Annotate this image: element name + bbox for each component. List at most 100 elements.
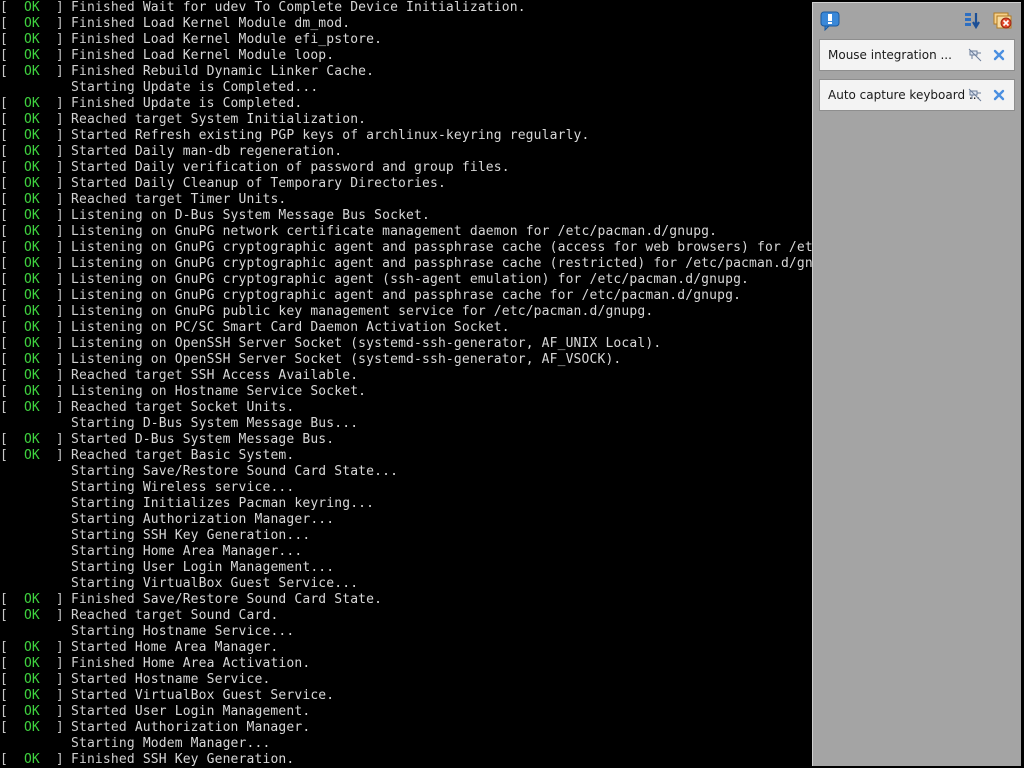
console-line-verb: Finished — [71, 96, 135, 111]
console-line-text: Socket Units. — [190, 400, 295, 415]
ok-label: OK — [23, 32, 40, 47]
ok-label: OK — [23, 688, 40, 703]
console-line-verb: Reached target — [71, 608, 183, 623]
console-line-text: Rebuild Dynamic Linker Cache. — [142, 64, 375, 79]
ok-label: OK — [23, 240, 40, 255]
status-ok-badge: [ OK ] — [0, 48, 72, 63]
ok-label: OK — [23, 384, 40, 399]
ok-label: OK — [23, 176, 40, 191]
console-line-text: Home Area Manager... — [142, 544, 303, 559]
ok-label: OK — [23, 192, 40, 207]
ok-label: OK — [23, 448, 40, 463]
close-icon[interactable] — [992, 48, 1006, 62]
notification-mouse-integration[interactable]: Mouse integration ... — [819, 39, 1015, 71]
console-line-text: Home Area Manager. — [134, 640, 279, 655]
console-line-verb: Listening on — [71, 272, 167, 287]
console-line-text: Hostname Service. — [134, 672, 271, 687]
status-ok-badge: [ OK ] — [0, 32, 72, 47]
status-ok-badge: [ OK ] — [0, 272, 72, 287]
status-ok-badge: [ OK ] — [0, 256, 72, 271]
notification-bubble-icon[interactable] — [820, 11, 840, 31]
console-line-text: VirtualBox Guest Service... — [142, 576, 359, 591]
status-ok-badge: [ OK ] — [0, 112, 72, 127]
status-ok-badge: [ OK ] — [0, 64, 72, 79]
console-line-text: User Login Management. — [134, 704, 311, 719]
console-line-verb: Finished — [71, 656, 135, 671]
console-line-text: D-Bus System Message Bus... — [142, 416, 359, 431]
console-line-verb: Started — [71, 176, 127, 191]
ok-label: OK — [23, 352, 40, 367]
console-line-text: Home Area Activation. — [142, 656, 311, 671]
console-line-verb: Starting — [71, 512, 135, 527]
status-ok-badge: [ OK ] — [0, 16, 72, 31]
console-line-verb: Starting — [71, 576, 135, 591]
status-ok-badge: [ OK ] — [0, 144, 72, 159]
console-line-text: VirtualBox Guest Service. — [134, 688, 335, 703]
console-line-text: Authorization Manager. — [134, 720, 311, 735]
console-line-text: Update is Completed. — [142, 96, 303, 111]
ok-label: OK — [23, 272, 40, 287]
status-ok-badge: [ OK ] — [0, 640, 72, 655]
ok-label: OK — [23, 720, 40, 735]
console-line-text: Load Kernel Module loop. — [142, 48, 335, 63]
sort-order-icon[interactable] — [963, 11, 983, 31]
console-line-verb: Started — [71, 144, 127, 159]
pin-icon[interactable] — [968, 88, 982, 102]
notification-auto-capture-keyboard[interactable]: Auto capture keyboard ... — [819, 79, 1015, 111]
console-line-text: Load Kernel Module efi_pstore. — [142, 32, 383, 47]
status-ok-badge: [ OK ] — [0, 160, 72, 175]
status-ok-badge: [ OK ] — [0, 672, 72, 687]
close-all-icon[interactable] — [993, 11, 1013, 31]
console-line-text: Daily Cleanup of Temporary Directories. — [134, 176, 446, 191]
console-line-text: SSH Key Generation... — [142, 528, 311, 543]
ok-label: OK — [23, 96, 40, 111]
notification-center-panel: Mouse integration ... Auto capture keybo… — [812, 2, 1021, 766]
console-line-text: Daily man-db regeneration. — [134, 144, 343, 159]
ok-label: OK — [23, 608, 40, 623]
console-line-text: Initializes Pacman keyring... — [142, 496, 375, 511]
console-line-text: Hostname Service Socket. — [174, 384, 367, 399]
status-ok-badge: [ OK ] — [0, 688, 72, 703]
status-ok-badge: [ OK ] — [0, 192, 72, 207]
close-icon[interactable] — [992, 88, 1006, 102]
ok-label: OK — [23, 704, 40, 719]
console-line-verb: Listening on — [71, 304, 167, 319]
console-line-verb: Started — [71, 128, 127, 143]
ok-label: OK — [23, 0, 40, 15]
console-line-text: User Login Management... — [142, 560, 335, 575]
console-line-verb: Started — [71, 672, 127, 687]
console-line-verb: Finished — [71, 592, 135, 607]
ok-label: OK — [23, 592, 40, 607]
status-ok-badge: [ OK ] — [0, 384, 72, 399]
ok-label: OK — [23, 368, 40, 383]
status-ok-badge: [ OK ] — [0, 96, 72, 111]
console-line-verb: Finished — [71, 64, 135, 79]
console-line-verb: Finished — [71, 48, 135, 63]
status-ok-badge: [ OK ] — [0, 432, 72, 447]
status-ok-badge: [ OK ] — [0, 448, 72, 463]
ok-label: OK — [23, 16, 40, 31]
console-line-text: Save/Restore Sound Card State... — [142, 464, 399, 479]
status-ok-badge: [ OK ] — [0, 592, 72, 607]
pin-icon[interactable] — [968, 48, 982, 62]
console-line-verb: Reached target — [71, 192, 183, 207]
console-line-text: GnuPG cryptographic agent (ssh-agent emu… — [174, 272, 750, 287]
console-line-verb: Starting — [71, 80, 135, 95]
console-line-verb: Listening on — [71, 208, 167, 223]
console-line-verb: Listening on — [71, 320, 167, 335]
ok-label: OK — [23, 48, 40, 63]
console-line-verb: Starting — [71, 464, 135, 479]
console-line-verb: Listening on — [71, 336, 167, 351]
console-line-text: Save/Restore Sound Card State. — [142, 592, 383, 607]
console-line-text: Basic System. — [190, 448, 295, 463]
console-line-text: OpenSSH Server Socket (systemd-ssh-gener… — [174, 336, 662, 351]
ok-label: OK — [23, 112, 40, 127]
ok-label: OK — [23, 752, 40, 767]
status-ok-badge: [ OK ] — [0, 352, 72, 367]
console-line-text: SSH Key Generation. — [142, 752, 295, 767]
console-line-verb: Started — [71, 688, 127, 703]
console-line-verb: Finished — [71, 16, 135, 31]
console-line-verb: Started — [71, 704, 127, 719]
notification-panel-toolbar — [813, 3, 1021, 35]
console-line-text: Hostname Service... — [142, 624, 295, 639]
